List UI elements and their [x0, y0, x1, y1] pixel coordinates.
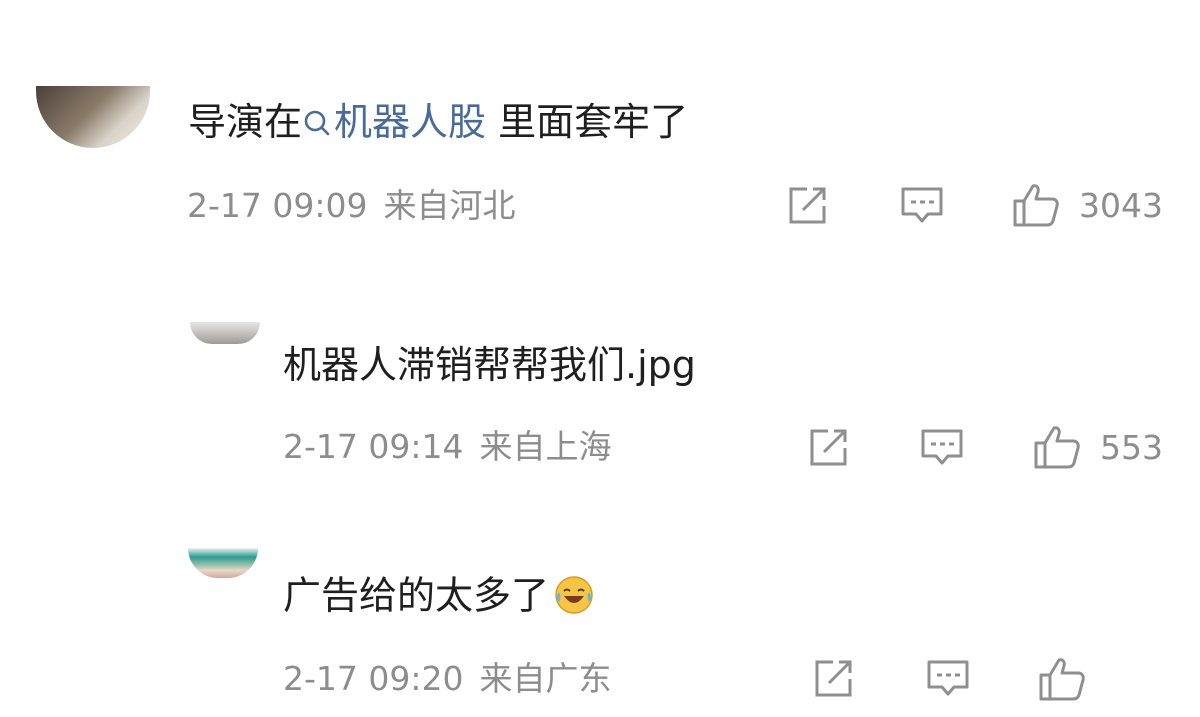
share-icon[interactable]: [813, 659, 855, 703]
comment-meta: 2-17 09:20 来自广东: [283, 662, 628, 695]
username[interactable]: [330, 526, 490, 540]
comment-text-body: 广告给的太多了: [283, 573, 550, 618]
thumbs-up-icon[interactable]: [1038, 656, 1086, 706]
comment-text: 广告给的太多了: [283, 574, 595, 622]
crying-laughing-emoji: [553, 574, 595, 622]
timestamp: 2-17 09:20: [283, 659, 464, 698]
comment-item: 广告给的太多了 2-17 09:20 来自广东: [0, 0, 1200, 717]
comment-icon[interactable]: [926, 659, 970, 703]
avatar[interactable]: [188, 548, 258, 578]
location: 来自广东: [479, 659, 612, 698]
